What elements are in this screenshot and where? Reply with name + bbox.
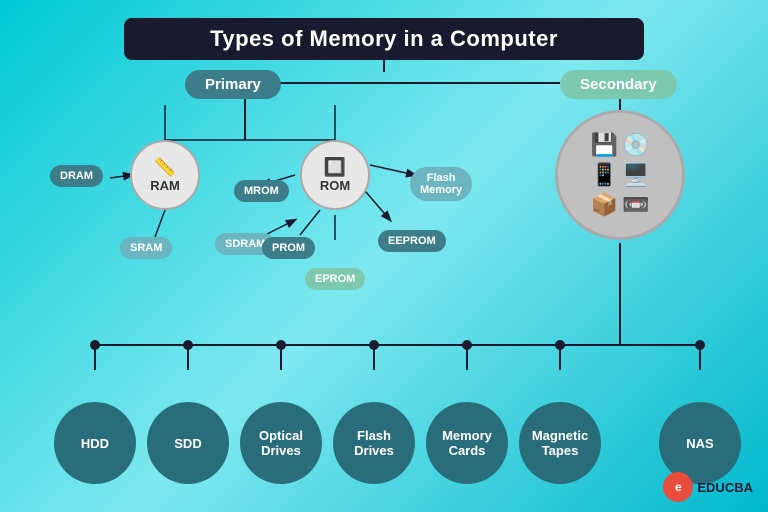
disk-icon: 💿 — [622, 132, 649, 158]
educba-logo: e EDUCBA — [663, 472, 753, 502]
sdd-circle: SDD — [147, 402, 229, 484]
rom-icon: 🔲 — [324, 157, 346, 178]
educba-logo-text: EDUCBA — [697, 480, 753, 495]
page-title: Types of Memory in a Computer — [124, 18, 644, 60]
usb-icon: 🖥️ — [622, 162, 649, 188]
sram-bubble: SRAM — [120, 237, 172, 259]
hdd-icon: 💾 — [591, 132, 618, 158]
eeprom-bubble: EEPROM — [378, 230, 446, 252]
ssd-icon: 📦 — [591, 192, 618, 218]
flash-drives-circle: FlashDrives — [333, 402, 415, 484]
tape-icon: 📼 — [622, 192, 649, 218]
ram-circle: 📏 RAM — [130, 140, 200, 210]
hdd-circle: HDD — [54, 402, 136, 484]
secondary-devices-circle: 💾 💿 📱 🖥️ 📦 📼 — [555, 110, 685, 240]
secondary-label: Secondary — [560, 70, 677, 99]
ram-icon: 📏 — [154, 157, 176, 178]
prom-bubble: PROM — [262, 237, 315, 259]
educba-logo-symbol: e — [675, 480, 682, 494]
educba-logo-circle: e — [663, 472, 693, 502]
rom-circle: 🔲 ROM — [300, 140, 370, 210]
optical-drives-circle: OpticalDrives — [240, 402, 322, 484]
mrom-bubble: MROM — [234, 180, 289, 202]
primary-label: Primary — [185, 70, 281, 99]
dram-bubble: DRAM — [50, 165, 103, 187]
eprom-bubble: EPROM — [305, 268, 365, 290]
sdcard-icon: 📱 — [591, 162, 618, 188]
memory-cards-circle: MemoryCards — [426, 402, 508, 484]
magnetic-tapes-circle: MagneticTapes — [519, 402, 601, 484]
flash-memory-bubble: FlashMemory — [410, 167, 472, 201]
